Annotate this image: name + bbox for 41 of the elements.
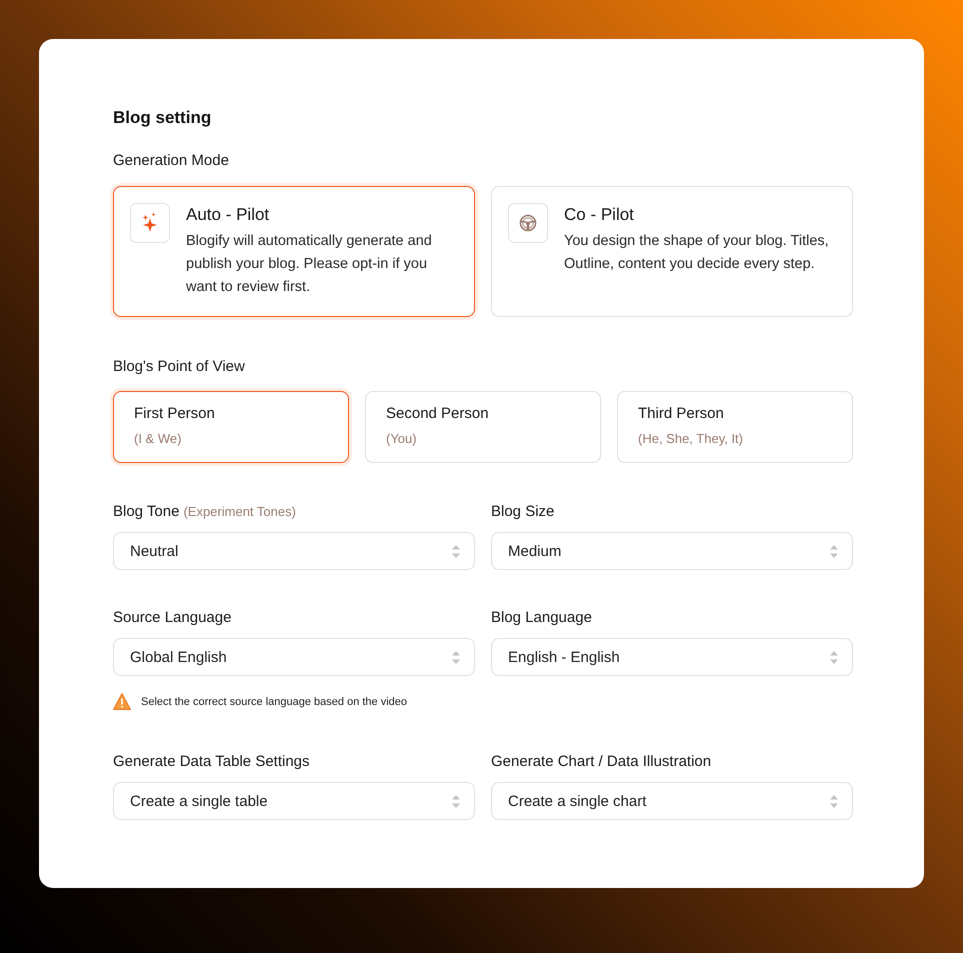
mode-option-title: Auto - Pilot xyxy=(186,204,270,226)
mode-option-card[interactable]: Co - Pilot You design the shape of your blog. Titles, Outline, content you decide every step. xyxy=(491,186,853,317)
pov-option-card[interactable]: Third Person (He, She, They, It) xyxy=(617,391,853,463)
pov-option-card[interactable]: First Person (I & We) xyxy=(113,391,349,463)
field-label: Blog Language xyxy=(491,608,592,628)
pov-option-title: First Person xyxy=(134,404,215,424)
mode-option-description: Blogify will automatically generate and publish your blog. Please opt-in if you want to review first. xyxy=(186,232,433,297)
select-field[interactable]: English - English xyxy=(491,638,853,676)
select-field[interactable]: Create a single chart xyxy=(491,782,853,820)
select-field[interactable]: Global English xyxy=(113,638,475,676)
field-hint: (Experiment Tones) xyxy=(183,503,296,521)
warning-note: Select the correct source language based on the video xyxy=(141,694,408,710)
pov-option-subtitle: (I & We) xyxy=(134,430,182,448)
field-label: Blog Size xyxy=(491,502,554,522)
chevron-up-down-icon xyxy=(830,794,838,808)
chevron-up-down-icon xyxy=(452,650,460,664)
section-label: Generation Mode xyxy=(113,151,230,171)
mode-option-card[interactable]: Auto - Pilot Blogify will automatically generate and publish your blog. Please opt-in if you want to review first. xyxy=(113,186,475,317)
chevron-up-down-icon xyxy=(830,544,838,558)
steering-wheel-icon xyxy=(508,203,548,243)
select-field[interactable]: Create a single table xyxy=(113,782,475,820)
pov-option-card[interactable]: Second Person (You) xyxy=(365,391,601,463)
chevron-up-down-icon xyxy=(452,544,460,558)
page-title: Blog setting xyxy=(113,107,212,129)
field-label: Blog Tone xyxy=(113,502,180,522)
pov-option-subtitle: (You) xyxy=(386,430,417,448)
pov-option-title: Third Person xyxy=(638,404,724,424)
field-label: Source Language xyxy=(113,608,232,628)
sparkle-icon xyxy=(130,203,170,243)
chevron-up-down-icon xyxy=(830,650,838,664)
warning-icon xyxy=(113,693,131,710)
mode-option-description: You design the shape of your blog. Titles, Outline, content you decide every step. xyxy=(564,232,830,274)
chevron-up-down-icon xyxy=(452,794,460,808)
pov-option-subtitle: (He, She, They, It) xyxy=(638,430,744,448)
section-label: Blog's Point of View xyxy=(113,357,246,377)
field-label: Generate Chart / Data Illustration xyxy=(491,752,712,772)
select-field[interactable]: Medium xyxy=(491,532,853,570)
pov-option-title: Second Person xyxy=(386,404,489,424)
select-field[interactable]: Neutral xyxy=(113,532,475,570)
mode-option-title: Co - Pilot xyxy=(564,204,635,226)
field-label: Generate Data Table Settings xyxy=(113,752,310,772)
